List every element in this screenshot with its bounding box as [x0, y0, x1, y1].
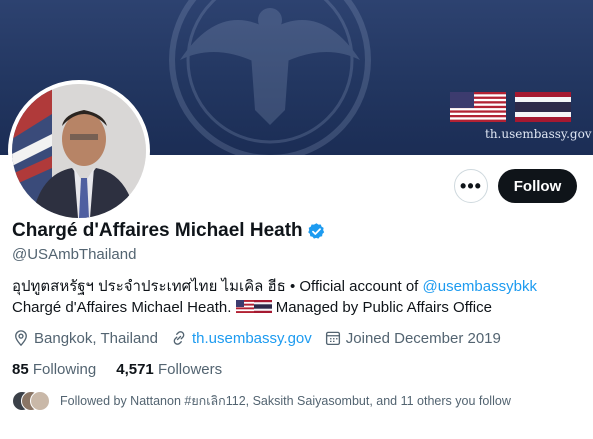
embassy-seal-icon [169, 0, 371, 155]
profile-avatar[interactable] [8, 80, 150, 222]
bio-text-prefix: อุปทูตสหรัฐฯ ประจำประเทศไทย ไมเคิล ฮีธ •… [12, 278, 423, 295]
verified-badge-icon [307, 222, 324, 239]
following-count: 85 [12, 361, 29, 378]
followers-link[interactable]: 4,571 Followers [116, 361, 222, 378]
joined-item: Joined December 2019 [324, 329, 501, 347]
more-options-button[interactable]: ••• [454, 169, 488, 203]
location-text: Bangkok, Thailand [34, 329, 158, 347]
thai-flag-emoji-icon [253, 300, 272, 313]
follow-button[interactable]: Follow [498, 169, 577, 203]
us-flag-icon [450, 92, 506, 122]
location-pin-icon [15, 330, 27, 347]
followed-by-text: Followed by Nattanon #ยกเลิก112, Saksith… [60, 394, 511, 408]
website-link[interactable]: th.usembassy.gov [192, 330, 312, 347]
profile-bio: อุปทูตสหรัฐฯ ประจำประเทศไทย ไมเคิล ฮีธ •… [12, 276, 582, 318]
followers-count: 4,571 [116, 361, 154, 378]
follower-avatars [12, 391, 52, 411]
followed-by-row[interactable]: Followed by Nattanon #ยกเลิก112, Saksith… [12, 391, 511, 411]
banner-url-text: th.usembassy.gov [485, 127, 592, 141]
bio-text-suffix: Managed by Public Affairs Office [271, 299, 492, 316]
display-name: Chargé d'Affaires Michael Heath [12, 220, 303, 241]
following-link[interactable]: 85 Following [12, 361, 96, 378]
website-item[interactable]: th.usembassy.gov [170, 329, 312, 347]
user-handle: @USAmbThailand [12, 246, 137, 263]
us-flag-emoji-icon [235, 300, 254, 313]
flags-group [450, 92, 571, 122]
bio-mention-link[interactable]: @usembassybkk [423, 278, 537, 295]
link-icon [173, 331, 185, 345]
bio-text-middle: Chargé d'Affaires Michael Heath. [12, 299, 236, 316]
calendar-icon [325, 331, 340, 346]
location-item: Bangkok, Thailand [12, 329, 158, 347]
thai-flag-icon [515, 92, 571, 122]
joined-text: Joined December 2019 [345, 329, 501, 347]
name-row: Chargé d'Affaires Michael Heath [12, 220, 326, 242]
followers-label: Followers [157, 361, 223, 378]
follower-avatar [30, 391, 50, 411]
follow-counts: 85 Following 4,571 Followers [12, 361, 242, 378]
following-label: Following [32, 361, 97, 378]
profile-meta: Bangkok, Thailand th.usembassy.gov Joine… [12, 329, 513, 347]
avatar-photo-icon [12, 84, 146, 218]
